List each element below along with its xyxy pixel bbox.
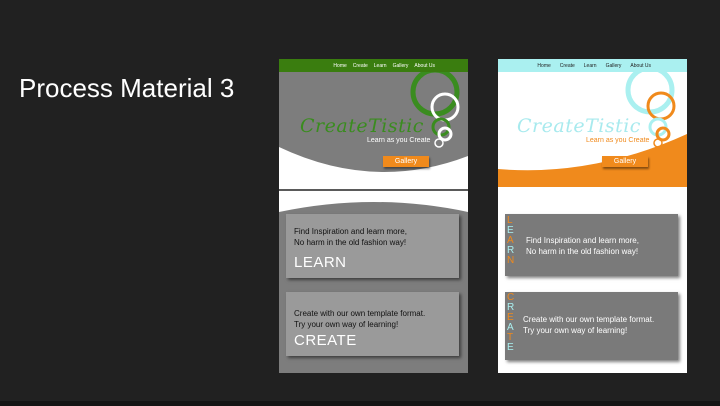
create-card-text: Create with our own template format. Try… [523,314,654,336]
slide: Process Material 3 Home Create Learn Gal… [0,0,720,406]
section-white-wave [498,191,687,212]
nav-gallery[interactable]: Gallery [606,63,622,69]
hero-white-wave [279,147,468,190]
nav-bar: Home Create Learn Gallery About Us [279,59,468,72]
mockup-green: Home Create Learn Gallery About Us Creat… [279,59,468,373]
divider [279,189,468,191]
gallery-button[interactable]: Gallery [602,156,648,167]
bubble-large [625,72,675,115]
tagline: Learn as you Create [367,137,431,144]
create-letter: E [507,342,514,353]
create-vertical-label: C R E A T E [507,293,514,353]
create-card[interactable]: C R E A T E Create with our own template… [505,292,678,360]
create-line-1: Create with our own template format. [294,309,426,318]
learn-card-text: Find Inspiration and learn more, No harm… [294,226,407,248]
bubble-tiny [653,138,663,148]
nav-learn[interactable]: Learn [374,63,387,69]
nav-gallery[interactable]: Gallery [393,63,409,69]
slide-title: Process Material 3 [19,73,235,103]
learn-line-2: No harm in the old fashion way! [294,238,407,247]
brand-logo: CreateTistic [300,115,424,137]
gallery-button[interactable]: Gallery [383,156,429,167]
mockup-cyan: Home Create Learn Gallery About Us Creat… [498,59,687,373]
nav-create[interactable]: Create [560,63,575,69]
nav-about-us[interactable]: About Us [630,63,651,69]
learn-card[interactable]: L E A R N Find Inspiration and learn mor… [505,214,678,276]
nav-about-us[interactable]: About Us [414,63,435,69]
create-card[interactable]: Create with our own template format. Try… [286,292,459,356]
create-heading: CREATE [294,332,357,349]
nav-create[interactable]: Create [353,63,368,69]
learn-heading: LEARN [294,254,347,271]
create-line-2: Try your own way of learning! [523,326,628,335]
create-line-2: Try your own way of learning! [294,320,399,329]
learn-card-text: Find Inspiration and learn more, No harm… [526,235,639,257]
slide-bottom-bar [0,401,720,406]
create-line-1: Create with our own template format. [523,315,655,324]
learn-vertical-label: L E A R N [507,216,514,266]
bubble-medium [646,91,676,121]
learn-line-2: No harm in the old fashion way! [526,247,639,256]
learn-letter: N [507,255,515,266]
bubble-tiny [434,138,444,148]
nav-home[interactable]: Home [537,63,550,69]
brand-logo: CreateTistic [517,115,641,137]
learn-line-1: Find Inspiration and learn more, [294,227,407,236]
bubble-large [410,72,460,117]
create-card-text: Create with our own template format. Try… [294,308,425,330]
nav-home[interactable]: Home [333,63,346,69]
tagline: Learn as you Create [586,137,650,144]
nav-bar: Home Create Learn Gallery About Us [498,59,687,72]
nav-learn[interactable]: Learn [584,63,597,69]
learn-card[interactable]: Find Inspiration and learn more, No harm… [286,214,459,278]
learn-line-1: Find Inspiration and learn more, [526,236,639,245]
